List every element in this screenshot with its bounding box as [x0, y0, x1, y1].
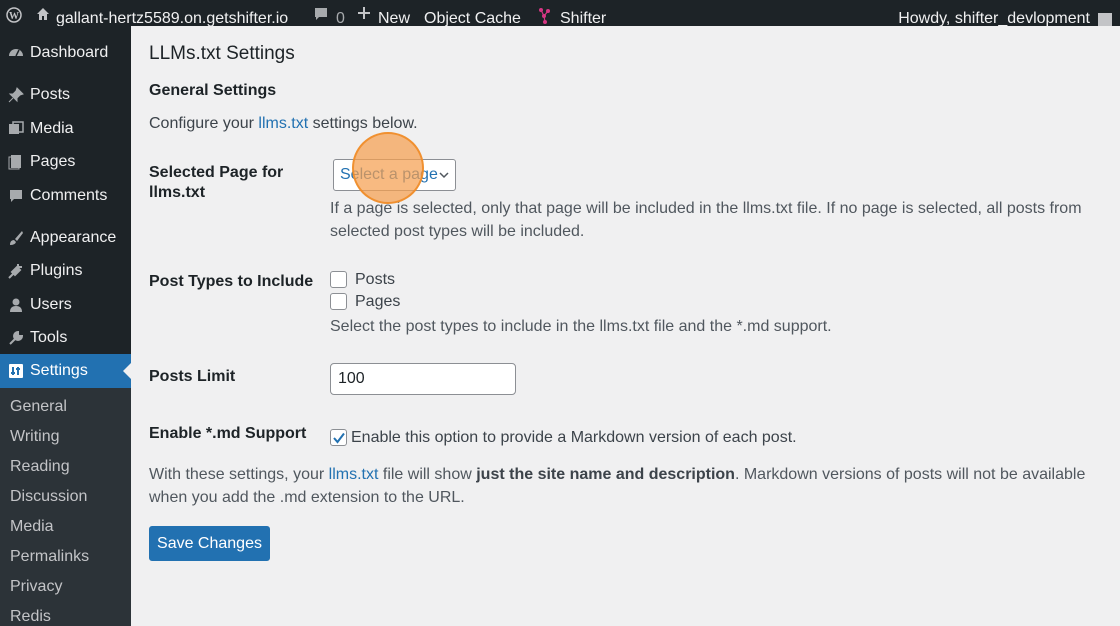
- pages-checkbox[interactable]: [330, 293, 347, 310]
- comment-icon: [7, 187, 25, 205]
- site-name-link[interactable]: gallant-hertz5589.on.getshifter.io: [36, 0, 288, 26]
- sidebar-item-media[interactable]: Media: [0, 112, 131, 146]
- submenu-item-reading[interactable]: Reading: [10, 456, 70, 478]
- user-icon: [7, 296, 25, 314]
- new-label: New: [378, 10, 411, 26]
- summary-after: . Markdown versions of posts will not be…: [734, 466, 1086, 483]
- object-cache-link[interactable]: Object Cache: [424, 0, 521, 26]
- sidebar-item-appearance[interactable]: Appearance: [0, 221, 131, 255]
- section-title: General Settings: [149, 82, 277, 99]
- sidebar-item-label: Pages: [30, 153, 76, 170]
- sidebar-item-pages[interactable]: Pages: [0, 145, 131, 179]
- post-types-label: Post Types to Include: [149, 273, 314, 290]
- page-select-value: Select a page: [340, 166, 438, 183]
- posts-checkbox-label: Posts: [355, 271, 396, 288]
- shifter-link[interactable]: Shifter: [538, 0, 606, 26]
- submenu-item-media[interactable]: Media: [10, 516, 54, 538]
- posts-limit-label: Posts Limit: [149, 368, 236, 385]
- sidebar-item-posts[interactable]: Posts: [0, 78, 131, 112]
- site-name: gallant-hertz5589.on.getshifter.io: [56, 10, 289, 26]
- summary-before: With these settings, your: [149, 466, 329, 483]
- chevron-down-icon: [439, 172, 449, 179]
- pages-checkbox-label: Pages: [355, 293, 401, 310]
- selected-page-label-line1: Selected Page for: [149, 164, 284, 181]
- home-icon: [37, 8, 49, 20]
- comment-bubble-icon: [315, 8, 327, 20]
- sidebar-item-label: Users: [30, 296, 72, 313]
- sidebar-item-label: Posts: [30, 86, 71, 103]
- sidebar-item-label: Comments: [30, 187, 108, 204]
- settings-submenu: General Writing Reading Discussion Media…: [0, 388, 131, 626]
- dashboard-icon: [7, 44, 25, 62]
- summary-llms-link[interactable]: llms.txt: [329, 466, 379, 483]
- plus-icon: [358, 7, 370, 19]
- intro-before: Configure your: [149, 115, 259, 132]
- selected-page-desc-line2: selected post types will be included.: [330, 223, 585, 240]
- svg-text:W: W: [9, 11, 19, 22]
- comments-link[interactable]: 0: [314, 0, 345, 26]
- sidebar-item-label: Media: [30, 120, 74, 137]
- selected-page-label: Selected Page for llms.txt: [149, 163, 283, 203]
- howdy-label: Howdy, shifter_devlopment: [898, 10, 1090, 26]
- sidebar-item-dashboard[interactable]: Dashboard: [0, 36, 131, 70]
- admin-bar: W gallant-hertz5589.on.getshifter.io 0 N…: [0, 0, 1120, 26]
- media-icon: [7, 120, 25, 138]
- selected-page-desc-line1: If a page is selected, only that page wi…: [330, 200, 1082, 217]
- wordpress-logo-button[interactable]: W: [6, 0, 22, 26]
- settings-icon: [7, 362, 25, 380]
- submenu-item-discussion[interactable]: Discussion: [10, 486, 87, 508]
- avatar: [1098, 13, 1112, 26]
- plug-icon: [7, 262, 25, 280]
- sidebar-item-comments[interactable]: Comments: [0, 179, 131, 213]
- sidebar-item-label: Settings: [30, 362, 88, 379]
- submenu-item-writing[interactable]: Writing: [10, 426, 60, 448]
- checkmark-icon: [332, 432, 345, 444]
- sidebar-item-plugins[interactable]: Plugins: [0, 254, 131, 288]
- brush-icon: [7, 229, 25, 247]
- shifter-label: Shifter: [560, 10, 607, 26]
- sidebar-item-label: Plugins: [30, 262, 83, 279]
- intro-after: settings below.: [308, 115, 418, 132]
- page-title: LLMs.txt Settings: [149, 43, 295, 64]
- summary-line1: With these settings, your llms.txt file …: [149, 463, 1085, 486]
- submenu-item-redis[interactable]: Redis: [10, 606, 51, 626]
- sidebar-item-users[interactable]: Users: [0, 288, 131, 322]
- wordpress-logo-icon: W: [6, 7, 22, 23]
- sidebar-item-label: Appearance: [30, 229, 117, 246]
- admin-sidebar: Dashboard Posts Media Pages Comments App…: [0, 26, 131, 626]
- summary-text: With these settings, your llms.txt file …: [149, 463, 1085, 509]
- settings-content: LLMs.txt Settings General Settings Confi…: [131, 26, 1120, 626]
- summary-middle: file will show: [378, 466, 477, 483]
- submenu-item-general[interactable]: General: [10, 396, 67, 418]
- summary-bold: just the site name and description: [476, 466, 735, 483]
- submenu-item-privacy[interactable]: Privacy: [10, 576, 62, 598]
- intro-llms-link[interactable]: llms.txt: [258, 115, 308, 132]
- selected-page-label-line2: llms.txt: [149, 184, 206, 201]
- save-changes-button[interactable]: Save Changes: [149, 526, 270, 561]
- shifter-logo-icon: [539, 8, 550, 24]
- wrench-icon: [7, 329, 25, 347]
- object-cache-label: Object Cache: [424, 10, 521, 26]
- md-support-checkbox[interactable]: [330, 429, 347, 446]
- post-types-description: Select the post types to include in the …: [330, 318, 832, 335]
- sidebar-item-label: Tools: [30, 329, 68, 346]
- selected-page-description: If a page is selected, only that page wi…: [330, 197, 1082, 243]
- sidebar-item-label: Dashboard: [30, 44, 109, 61]
- intro-text: Configure your llms.txt settings below.: [149, 115, 418, 133]
- md-support-label: Enable *.md Support: [149, 425, 307, 442]
- pages-icon: [7, 153, 25, 171]
- sidebar-item-tools[interactable]: Tools: [0, 321, 131, 355]
- page-select[interactable]: Select a page: [333, 159, 456, 191]
- summary-line2: when you add the .md extension to the UR…: [149, 489, 465, 506]
- sidebar-item-settings[interactable]: Settings: [0, 354, 131, 388]
- new-content-button[interactable]: New: [358, 0, 410, 26]
- posts-limit-input[interactable]: 100: [330, 363, 516, 395]
- user-account-menu[interactable]: Howdy, shifter_devlopment: [898, 0, 1112, 26]
- pin-icon: [7, 86, 25, 104]
- submenu-item-permalinks[interactable]: Permalinks: [10, 546, 89, 568]
- comment-count: 0: [336, 10, 345, 26]
- posts-checkbox[interactable]: [330, 271, 347, 288]
- md-support-option-label: Enable this option to provide a Markdown…: [351, 429, 797, 446]
